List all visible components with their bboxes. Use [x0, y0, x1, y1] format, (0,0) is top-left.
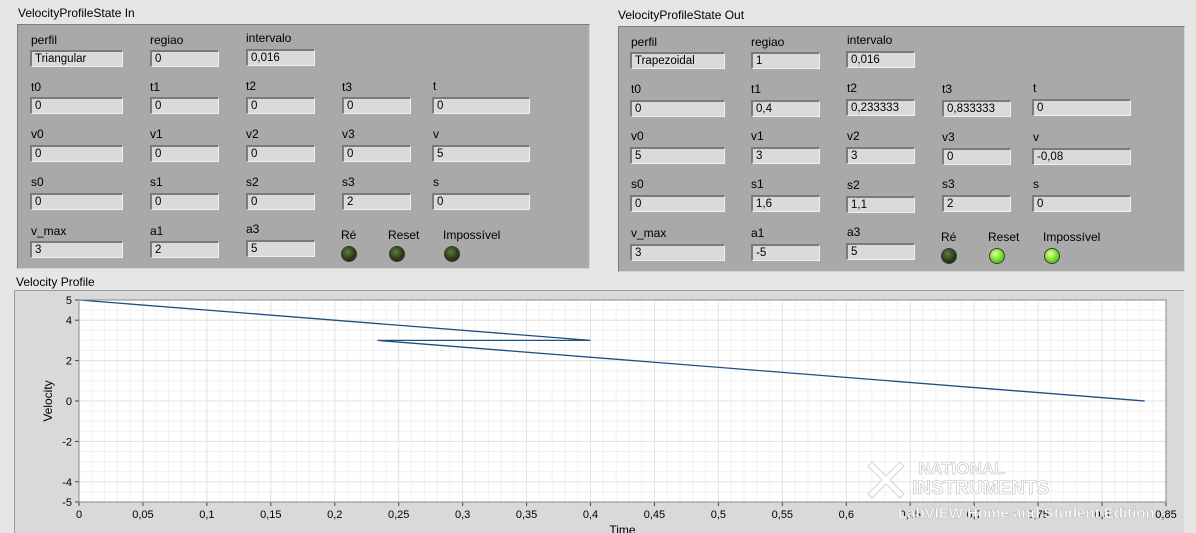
x-tick-label: 0,15	[260, 509, 281, 521]
x-axis-label: Time	[609, 523, 636, 533]
y-tick-label: 0	[66, 396, 72, 408]
x-tick-label: 0	[76, 509, 82, 521]
x-tick-label: 0,3	[455, 509, 470, 521]
x-tick-label: 0,4	[583, 509, 598, 521]
x-tick-label: 0,2	[327, 509, 342, 521]
watermark-line3: LabVIEW Home and Student Edition	[898, 505, 1155, 522]
x-tick-label: 0,1	[199, 509, 214, 521]
x-tick-label: 0,25	[388, 509, 409, 521]
y-tick-label: 4	[66, 315, 72, 327]
y-tick-label: 5	[66, 295, 72, 307]
y-tick-label: -4	[62, 477, 72, 489]
velocity-profile-chart[interactable]: 0 0,05 0,1 0,15 0,2 0,25 0,3 0,35 0,4 0,45 0,5 0,55…	[0, 0, 1196, 533]
y-tick-label: -2	[62, 436, 72, 448]
x-tick-label: 0,55	[772, 509, 793, 521]
watermark-line1: NATIONAL	[918, 459, 1005, 478]
x-tick-label: 0,6	[839, 509, 854, 521]
watermark-line2: INSTRUMENTS	[912, 478, 1049, 499]
y-tick-label: -5	[62, 497, 72, 509]
x-tick-label: 0,5	[711, 509, 726, 521]
x-tick-label: 0,45	[644, 509, 665, 521]
x-tick-label: 0,05	[132, 509, 153, 521]
x-tick-label: 0,35	[516, 509, 537, 521]
x-tick-label: 0,85	[1155, 509, 1176, 521]
y-tick-label: 2	[66, 356, 72, 368]
y-axis-label: Velocity	[41, 380, 55, 421]
